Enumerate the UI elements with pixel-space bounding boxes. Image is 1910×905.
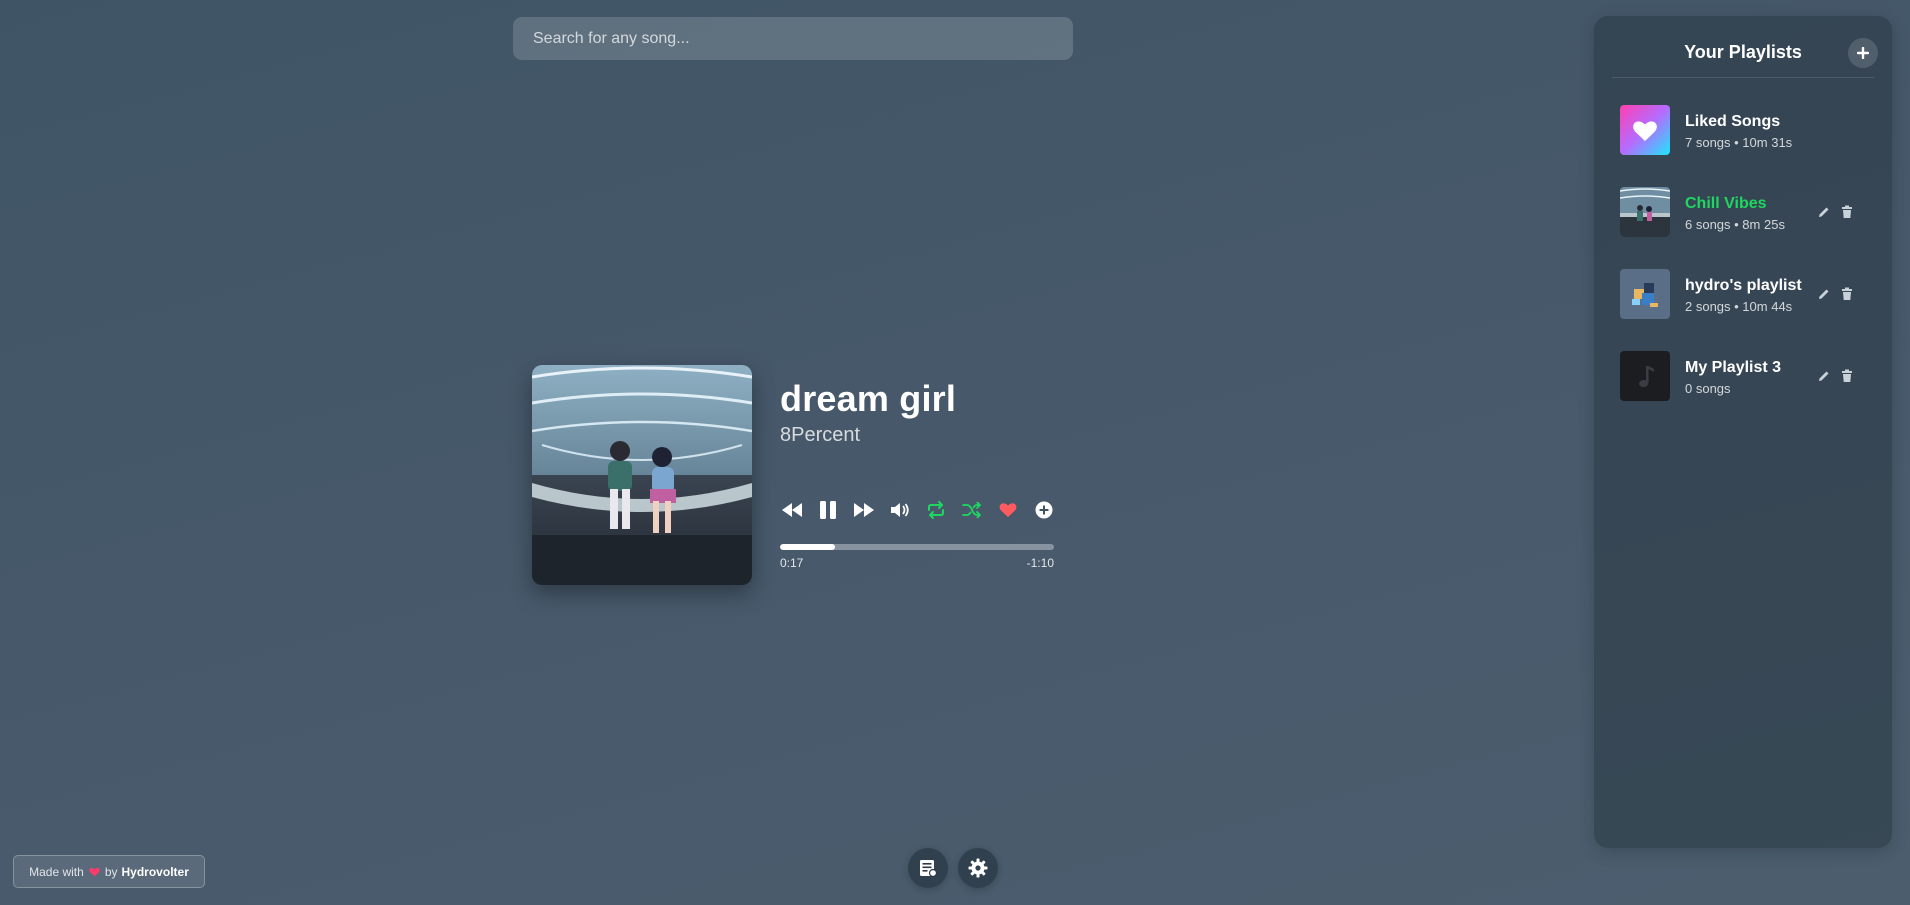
trash-icon <box>1842 369 1852 382</box>
rewind-button[interactable] <box>780 498 804 522</box>
progress-bar[interactable] <box>780 544 1054 550</box>
fast-forward-icon <box>854 503 874 517</box>
add-to-playlist-button[interactable] <box>1032 498 1056 522</box>
playlist-meta: 2 songs • 10m 44s <box>1685 299 1793 314</box>
rewind-icon <box>782 503 802 517</box>
repeat-button[interactable] <box>924 498 948 522</box>
playlist-item-my-playlist-3[interactable]: My Playlist 3 0 songs <box>1620 351 1878 401</box>
playlist-item-hydros-playlist[interactable]: hydro's playlist 2 songs • 10m 44s <box>1620 269 1878 319</box>
remaining-time: -1:10 <box>1026 556 1054 570</box>
volume-button[interactable] <box>888 498 912 522</box>
pencil-icon <box>1819 289 1829 299</box>
author-name: Hydrovolter <box>121 864 189 879</box>
playlist-name: Chill Vibes <box>1685 195 1767 212</box>
pause-button[interactable] <box>816 498 840 522</box>
shuffle-icon <box>962 502 981 518</box>
made-with-badge[interactable]: Made with by Hydrovolter <box>13 855 205 888</box>
playlist-item-chill-vibes[interactable]: Chill Vibes 6 songs • 8m 25s <box>1620 187 1878 237</box>
trash-icon <box>1842 205 1852 218</box>
playlist-meta: 6 songs • 8m 25s <box>1685 217 1785 232</box>
delete-playlist-button[interactable] <box>1839 368 1855 384</box>
playlist-name: My Playlist 3 <box>1685 359 1782 376</box>
pause-icon <box>820 501 836 519</box>
edit-playlist-button[interactable] <box>1816 368 1832 384</box>
playlist-meta: 7 songs • 10m 31s <box>1685 135 1793 150</box>
search-input[interactable] <box>513 17 1073 60</box>
heart-icon <box>89 867 100 877</box>
made-with-by: by <box>104 864 118 879</box>
playlist-name: hydro's playlist <box>1685 277 1802 294</box>
my-playlist-3-thumbnail <box>1620 351 1670 401</box>
plus-icon <box>1857 47 1869 59</box>
playback-controls <box>780 498 1068 522</box>
edit-playlist-button[interactable] <box>1816 204 1832 220</box>
trash-icon <box>1842 287 1852 300</box>
gear-icon <box>968 858 988 878</box>
playlist-name: Liked Songs <box>1685 113 1781 130</box>
shuffle-button[interactable] <box>960 498 984 522</box>
current-time: 0:17 <box>780 556 804 570</box>
playlist-item-liked-songs[interactable]: Liked Songs 7 songs • 10m 31s <box>1620 105 1878 155</box>
volume-icon <box>891 503 909 517</box>
sidebar-header: Your Playlists <box>1612 16 1878 78</box>
delete-playlist-button[interactable] <box>1839 204 1855 220</box>
made-with-text: Made with <box>29 864 84 879</box>
delete-playlist-button[interactable] <box>1839 286 1855 302</box>
liked-songs-thumbnail <box>1620 105 1670 155</box>
song-title: dream girl <box>780 378 957 419</box>
song-artist: 8Percent <box>780 424 861 446</box>
pencil-icon <box>1819 371 1829 381</box>
like-button[interactable] <box>996 498 1020 522</box>
lyrics-button[interactable] <box>908 848 948 888</box>
chill-vibes-thumbnail <box>1620 187 1670 237</box>
add-playlist-button[interactable] <box>1848 38 1878 68</box>
settings-button[interactable] <box>958 848 998 888</box>
edit-playlist-button[interactable] <box>1816 286 1832 302</box>
fast-forward-button[interactable] <box>852 498 876 522</box>
hydros-playlist-thumbnail <box>1620 269 1670 319</box>
pencil-icon <box>1819 207 1829 217</box>
repeat-icon <box>928 501 944 519</box>
playlists-sidebar: Your Playlists Liked Songs 7 songs • 10m… <box>1594 16 1892 848</box>
heart-icon <box>999 503 1017 517</box>
sidebar-title: Your Playlists <box>1684 42 1802 62</box>
playlist-meta: 0 songs <box>1685 381 1731 396</box>
progress-fill <box>780 544 835 550</box>
album-cover <box>532 365 752 585</box>
add-circle-icon <box>1035 501 1053 519</box>
lyrics-icon <box>920 860 938 878</box>
